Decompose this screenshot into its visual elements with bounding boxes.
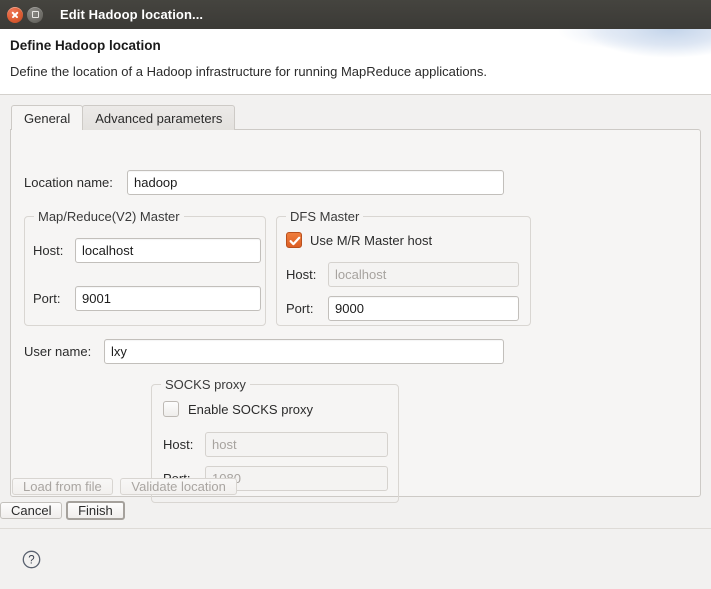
page-title: Define Hadoop location xyxy=(10,38,161,53)
load-from-file-button[interactable]: Load from file xyxy=(12,478,113,495)
use-mr-master-host-checkbox[interactable] xyxy=(286,232,302,248)
mr-master-host-row: Host: localhost xyxy=(33,238,261,263)
location-name-label: Location name: xyxy=(24,175,113,190)
mr-master-legend: Map/Reduce(V2) Master xyxy=(34,209,184,224)
socks-proxy-legend: SOCKS proxy xyxy=(161,377,250,392)
dialog-footer xyxy=(0,529,711,589)
header-banner-image xyxy=(511,29,711,73)
close-icon[interactable] xyxy=(7,6,23,23)
mr-master-port-input[interactable]: 9001 xyxy=(75,286,261,311)
location-name-row: Location name: hadoop xyxy=(24,170,504,195)
dfs-use-mr-host-row[interactable]: Use M/R Master host xyxy=(286,232,432,248)
socks-host-input[interactable]: host xyxy=(205,432,388,457)
mr-master-port-row: Port: 9001 xyxy=(33,286,261,311)
page-subtitle: Define the location of a Hadoop infrastr… xyxy=(10,64,487,79)
enable-socks-proxy-checkbox[interactable] xyxy=(163,401,179,417)
mr-master-port-label: Port: xyxy=(33,291,61,306)
enable-socks-proxy-label: Enable SOCKS proxy xyxy=(188,401,314,417)
tab-general[interactable]: General xyxy=(11,105,84,131)
window-title: Edit Hadoop location... xyxy=(60,7,204,22)
cancel-button[interactable]: Cancel xyxy=(0,502,63,519)
panel-action-buttons: Load from file Validate location xyxy=(12,475,237,498)
dfs-port-input[interactable]: 9000 xyxy=(328,296,519,321)
dfs-host-row: Host: localhost xyxy=(286,262,519,287)
socks-host-row: Host: host xyxy=(163,432,388,457)
use-mr-master-host-label: Use M/R Master host xyxy=(310,232,433,248)
user-name-input[interactable]: lxy xyxy=(104,339,504,364)
mr-master-host-label: Host: xyxy=(33,243,64,258)
validate-location-button[interactable]: Validate location xyxy=(120,478,237,495)
user-name-row: User name: lxy xyxy=(24,339,504,364)
dialog-body: General Advanced parameters Location nam… xyxy=(0,95,711,503)
tab-general-label: General xyxy=(24,110,71,126)
dfs-port-label: Port: xyxy=(286,301,314,316)
maximize-icon[interactable] xyxy=(27,6,43,23)
tab-advanced-parameters[interactable]: Advanced parameters xyxy=(82,105,236,130)
mr-master-host-input[interactable]: localhost xyxy=(75,238,261,263)
dfs-port-row: Port: 9000 xyxy=(286,296,519,321)
finish-button[interactable]: Finish xyxy=(66,501,125,520)
svg-text:?: ? xyxy=(28,555,34,567)
socks-host-label: Host: xyxy=(163,437,194,452)
dfs-master-group: DFS Master Use M/R Master host Host: loc… xyxy=(276,209,531,326)
wizard-header: Define Hadoop location Define the locati… xyxy=(0,29,711,95)
mr-master-group: Map/Reduce(V2) Master Host: localhost Po… xyxy=(24,209,266,326)
tabstrip: General Advanced parameters xyxy=(11,105,701,131)
dfs-host-label: Host: xyxy=(286,267,317,282)
dfs-host-input[interactable]: localhost xyxy=(328,262,519,287)
tab-panel-general: Location name: hadoop Map/Reduce(V2) Mas… xyxy=(10,129,701,503)
window-titlebar: Edit Hadoop location... xyxy=(0,0,711,29)
location-name-input[interactable]: hadoop xyxy=(127,170,504,195)
help-icon[interactable]: ? xyxy=(22,550,41,569)
user-name-label: User name: xyxy=(24,344,92,359)
enable-socks-proxy-row[interactable]: Enable SOCKS proxy xyxy=(163,401,313,417)
tab-advanced-parameters-label: Advanced parameters xyxy=(95,110,223,126)
dfs-master-legend: DFS Master xyxy=(286,209,364,224)
